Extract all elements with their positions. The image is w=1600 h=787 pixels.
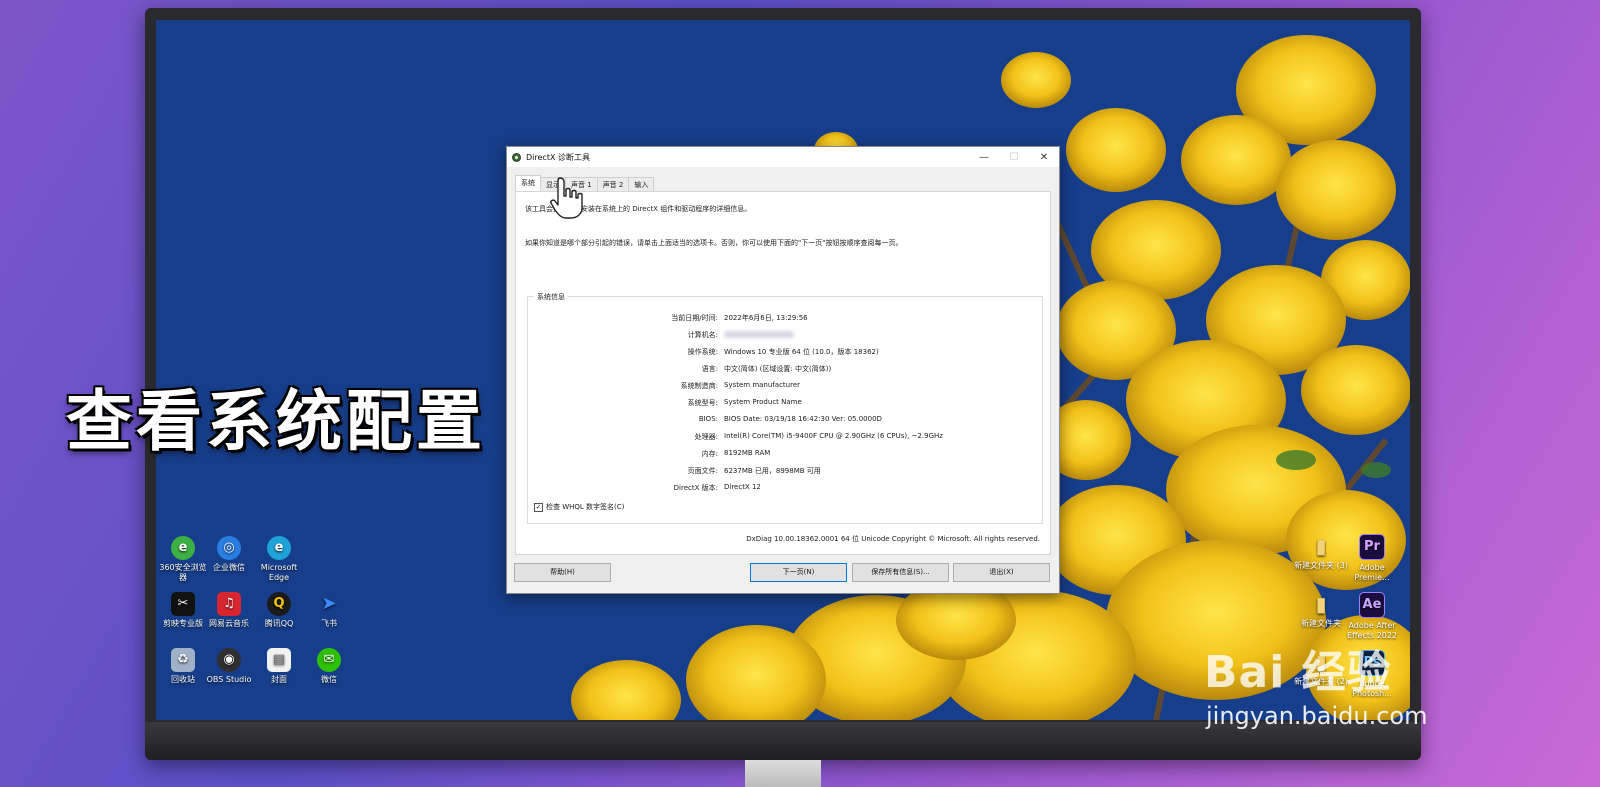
desktop-icon-label: 封面 (271, 675, 287, 684)
info-value: System Product Name (724, 398, 802, 406)
tab-input[interactable]: 输入 (628, 177, 655, 192)
whql-label: 检查 WHQL 数字签名(C) (546, 503, 625, 511)
info-label: 系统制造商: (680, 382, 718, 390)
info-label: 操作系统: (687, 348, 718, 356)
capcut-icon: ✂ (171, 592, 195, 616)
directx-app-icon (512, 152, 521, 162)
desktop-icon-premiere[interactable]: Pr Adobe Premie... (1345, 534, 1399, 583)
directx-diagnostic-window: DirectX 诊断工具 — ☐ ✕ 系统 显示 声音 1 声音 2 输入 该工… (506, 146, 1060, 594)
info-row-computer-name: 计算机名: (528, 330, 1042, 340)
info-label: 语言: (701, 365, 718, 373)
after-effects-icon: Ae (1359, 592, 1385, 618)
dxdiag-version-text: DxDiag 10.00.18362.0001 64 位 Unicode Cop… (746, 535, 1040, 543)
tab-system[interactable]: 系统 (515, 175, 541, 192)
info-label: 处理器: (694, 433, 718, 441)
folder-icon: ▮ (1315, 534, 1327, 558)
wechat-icon: ✉ (317, 648, 341, 672)
watermark-url: jingyan.baidu.com (1206, 702, 1428, 730)
info-row-processor: 处理器: Intel(R) Core(TM) i5-9400F CPU @ 2.… (528, 432, 1042, 442)
info-value: 中文(简体) (区域设置: 中文(简体)) (724, 365, 832, 373)
info-label: 页面文件: (687, 467, 718, 475)
info-row-os: 操作系统: Windows 10 专业版 64 位 (10.0，版本 18362… (528, 347, 1042, 357)
desktop-icon-netease-music[interactable]: ♫ 网易云音乐 (202, 592, 256, 629)
info-row-memory: 内存: 8192MB RAM (528, 449, 1042, 459)
system-tab-panel: 该工具会报告有关安装在系统上的 DirectX 组件和驱动程序的详细信息。 如果… (515, 191, 1051, 555)
minimize-button[interactable]: — (969, 147, 999, 167)
info-row-model: 系统型号: System Product Name (528, 398, 1042, 408)
info-row-language: 语言: 中文(简体) (区域设置: 中文(简体)) (528, 364, 1042, 374)
info-value-redacted (724, 330, 794, 338)
desktop-icon-label: 腾讯QQ (264, 619, 294, 628)
desktop-icon-after-effects[interactable]: Ae Adobe After Effects 2022 (1345, 592, 1399, 641)
obs-icon: ◉ (217, 648, 241, 672)
desktop-icon-label: 新建文件夹 (1301, 619, 1341, 628)
save-all-info-button[interactable]: 保存所有信息(S)... (852, 563, 949, 582)
netease-music-icon: ♫ (217, 592, 241, 616)
folder-icon: ▮ (1315, 592, 1327, 616)
desktop-icon-feishu[interactable]: ➤ 飞书 (302, 592, 356, 629)
info-label: 内存: (701, 450, 718, 458)
feishu-icon: ➤ (321, 593, 337, 614)
monitor-stand (745, 760, 821, 787)
premiere-icon: Pr (1359, 534, 1385, 560)
info-label: BIOS: (698, 415, 718, 423)
desktop-icon-cover[interactable]: ▤ 封面 (252, 648, 306, 685)
tab-sound-2[interactable]: 声音 2 (596, 177, 630, 192)
info-row-bios: BIOS: BIOS Date: 03/19/18 16:42:30 Ver: … (528, 415, 1042, 425)
info-value: DirectX 12 (724, 483, 761, 491)
info-value: System manufacturer (724, 381, 801, 389)
maximize-button: ☐ (1009, 151, 1019, 163)
instructions-text: 如果你知道是哪个部分引起的错误，请单击上面适当的选项卡。否则，你可以使用下面的"… (525, 239, 903, 247)
window-title: DirectX 诊断工具 (526, 152, 590, 162)
info-row-datetime: 当前日期/时间: 2022年6月6日, 13:29:56 (528, 313, 1042, 323)
desktop-icon-edge[interactable]: e Microsoft Edge (252, 536, 306, 583)
info-value: 6237MB 已用，8998MB 可用 (724, 467, 821, 475)
desktop-icon-qq[interactable]: Q 腾讯QQ (252, 592, 306, 629)
desktop-icon-wework[interactable]: ◎ 企业微信 (202, 536, 256, 573)
exit-button[interactable]: 退出(X) (953, 563, 1050, 582)
info-row-manufacturer: 系统制造商: System manufacturer (528, 381, 1042, 391)
whql-checkbox[interactable]: ✓ (534, 502, 543, 512)
document-icon: ▤ (267, 648, 291, 672)
desktop-icon-label: 企业微信 (213, 563, 245, 572)
hand-pointer-icon (550, 177, 583, 219)
desktop-icon-label: 新建文件夹 (3) (1294, 561, 1348, 570)
system-info-title: 系统信息 (534, 292, 568, 302)
close-button[interactable]: ✕ (1029, 147, 1059, 167)
desktop-icon-label: 网易云音乐 (209, 619, 249, 628)
whql-check-option[interactable]: ✓ 检查 WHQL 数字签名(C) (534, 502, 624, 512)
wework-icon: ◎ (217, 536, 241, 560)
desktop-icon-label: Microsoft Edge (260, 563, 298, 582)
baidu-jingyan-logo: Bai 经验 (1204, 647, 1392, 698)
desktop-icon-label: Adobe Premie... (1354, 563, 1390, 582)
info-label: 系统型号: (687, 399, 718, 407)
info-label: DirectX 版本: (673, 484, 718, 492)
help-button[interactable]: 帮助(H) (514, 563, 611, 582)
desktop-icon-folder[interactable]: ▮ 新建文件夹 (1294, 592, 1348, 629)
qq-icon: Q (267, 592, 291, 616)
desktop-icon-label: 微信 (321, 675, 337, 684)
info-value: Intel(R) Core(TM) i5-9400F CPU @ 2.90GHz… (724, 432, 943, 440)
360-browser-icon: e (171, 536, 195, 560)
desktop-icon-wechat[interactable]: ✉ 微信 (302, 648, 356, 685)
desktop-icon-label: OBS Studio (206, 675, 252, 684)
info-label: 计算机名: (687, 331, 718, 339)
edge-icon: e (267, 536, 291, 560)
info-value: BIOS Date: 03/19/18 16:42:30 Ver: 05.000… (724, 415, 882, 423)
desktop-icon-obs[interactable]: ◉ OBS Studio (202, 648, 256, 685)
info-value: 2022年6月6日, 13:29:56 (724, 314, 808, 322)
next-page-button[interactable]: 下一页(N) (750, 563, 847, 582)
window-titlebar[interactable]: DirectX 诊断工具 — ☐ ✕ (507, 147, 1059, 167)
desktop-icon-folder-3[interactable]: ▮ 新建文件夹 (3) (1294, 534, 1348, 571)
info-label: 当前日期/时间: (671, 314, 718, 322)
info-value: Windows 10 专业版 64 位 (10.0，版本 18362) (724, 348, 879, 356)
recycle-bin-icon: ♻ (171, 648, 195, 672)
info-value: 8192MB RAM (724, 449, 771, 457)
system-info-group: 系统信息 当前日期/时间: 2022年6月6日, 13:29:56 计算机名: … (527, 292, 1043, 524)
overlay-caption: 查看系统配置 (66, 383, 486, 460)
desktop-icon-label: 飞书 (321, 619, 337, 628)
info-row-directx-version: DirectX 版本: DirectX 12 (528, 483, 1042, 493)
info-row-page-file: 页面文件: 6237MB 已用，8998MB 可用 (528, 466, 1042, 476)
